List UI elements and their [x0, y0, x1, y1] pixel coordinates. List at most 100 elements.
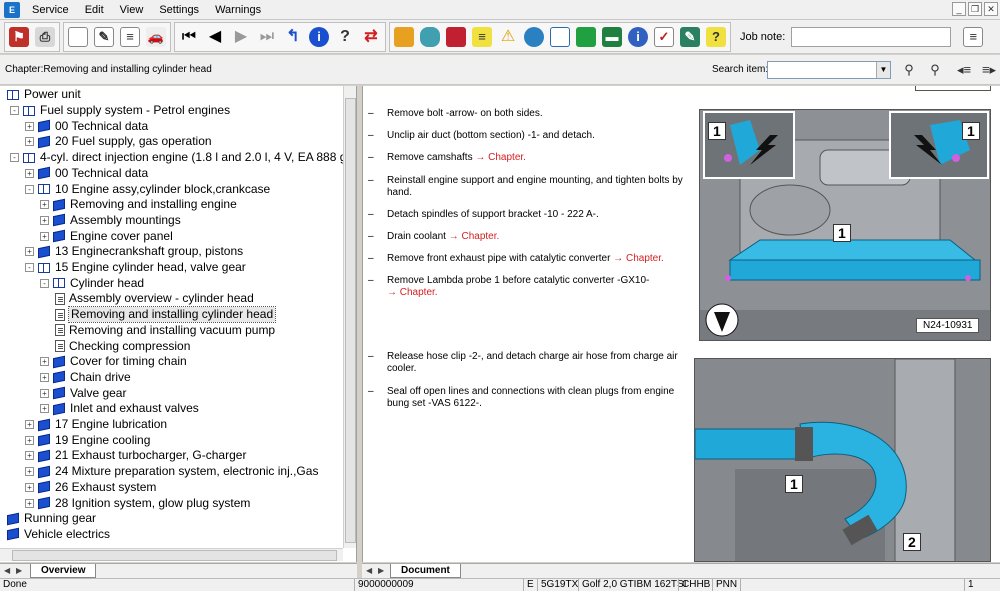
collapse-icon[interactable]: - [25, 263, 34, 273]
info-icon[interactable]: i [307, 23, 331, 51]
tree-item-label[interactable]: 17 Engine lubrication [55, 417, 167, 432]
tree-item-label[interactable]: 00 Technical data [55, 166, 148, 181]
green-book-icon[interactable] [574, 23, 598, 51]
tree-item-label[interactable]: 15 Engine cylinder head, valve gear [55, 260, 246, 275]
tree-horizontal-scrollbar[interactable] [0, 548, 343, 561]
tree-item[interactable]: +20 Fuel supply, gas operation [25, 134, 212, 150]
menu-view[interactable]: View [112, 0, 152, 20]
tree-item[interactable]: Checking compression [55, 338, 190, 354]
tree-item[interactable]: + Cover for timing chain [40, 354, 187, 370]
expand-icon[interactable]: + [40, 231, 49, 241]
search-input[interactable]: ▼ [767, 61, 891, 79]
expand-icon[interactable]: + [40, 357, 49, 367]
tree-item[interactable]: - 15 Engine cylinder head, valve gear [25, 260, 246, 276]
navigate-right-icon[interactable]: ≡▸ [978, 59, 1000, 81]
expand-icon[interactable]: + [40, 215, 49, 225]
tree-item-label[interactable]: 24 Mixture preparation system, electroni… [55, 464, 318, 479]
expand-icon[interactable]: + [25, 482, 34, 492]
tree-item-label[interactable]: Inlet and exhaust valves [70, 401, 199, 416]
expand-icon[interactable]: + [25, 435, 34, 445]
tree-item[interactable]: + Valve gear [40, 385, 126, 401]
checklist-icon[interactable]: ✓ [652, 23, 676, 51]
list-icon[interactable]: ≡ [470, 23, 494, 51]
tree-item[interactable]: + Removing and installing engine [40, 197, 237, 213]
previous-page-icon[interactable]: ◀ [203, 23, 227, 51]
collapse-icon[interactable]: - [40, 278, 49, 288]
search-person-icon[interactable]: ⚲ [898, 59, 920, 81]
collapse-icon[interactable]: - [10, 153, 19, 163]
tree-item-label[interactable]: 19 Engine cooling [55, 433, 150, 448]
job-note-input[interactable] [791, 26, 952, 47]
collapse-icon[interactable]: - [25, 184, 34, 194]
menu-settings[interactable]: Settings [151, 0, 207, 20]
tree-item[interactable]: - 10 Engine assy,cylinder block,crankcase [25, 181, 270, 197]
close-button[interactable]: ✕ [984, 2, 998, 16]
tree-item[interactable]: +00 Technical data [25, 118, 148, 134]
tree-item[interactable]: Removing and installing vacuum pump [55, 323, 275, 339]
tree-vertical-scrollbar[interactable] [343, 86, 356, 548]
components-icon[interactable] [392, 23, 416, 51]
swap-icon[interactable]: ⇄ [359, 23, 383, 51]
chevron-down-icon[interactable]: ▼ [876, 62, 890, 78]
up-level-icon[interactable]: ↰ [281, 23, 305, 51]
navigate-left-icon[interactable]: ◂≡ [953, 59, 975, 81]
tree-item[interactable]: Removing and installing cylinder head [55, 306, 277, 324]
window-icon[interactable] [548, 23, 572, 51]
tree-item[interactable]: - Cylinder head [40, 275, 144, 291]
expand-icon[interactable]: + [25, 247, 34, 257]
tree-item[interactable]: - 4-cyl. direct injection engine (1.8 l a… [10, 150, 353, 166]
tree-item[interactable]: + Chain drive [40, 370, 131, 386]
car-diagnosis-icon[interactable]: ▬ [600, 23, 624, 51]
next-page-icon[interactable]: ▶ [229, 23, 253, 51]
tree-item-label[interactable]: Removing and installing engine [70, 197, 237, 212]
tree-item-label[interactable]: Cover for timing chain [70, 354, 187, 369]
tree-item-label[interactable]: Fuel supply system - Petrol engines [40, 103, 230, 118]
warning-icon[interactable]: ⚠ [496, 23, 520, 51]
job-note-button[interactable]: ≡ [961, 23, 985, 51]
tree-item[interactable]: Power unit [6, 87, 81, 103]
tree-item[interactable]: +00 Technical data [25, 166, 148, 182]
chapter-link[interactable]: → Chapter. [449, 231, 500, 242]
menu-warnings[interactable]: Warnings [207, 0, 269, 20]
tree-item-label[interactable]: 21 Exhaust turbocharger, G-charger [55, 448, 246, 463]
tree-item[interactable]: +21 Exhaust turbocharger, G-charger [25, 448, 246, 464]
print-icon[interactable]: ⎙ [33, 23, 57, 51]
tab-prev-icon[interactable]: ◀ [4, 566, 10, 575]
tree-item[interactable]: + Inlet and exhaust valves [40, 401, 199, 417]
expand-icon[interactable]: + [40, 372, 49, 382]
tree-item[interactable]: Assembly overview - cylinder head [55, 291, 254, 307]
expand-icon[interactable]: + [25, 137, 34, 147]
collapse-icon[interactable]: - [10, 106, 19, 116]
exit-icon[interactable]: ⚑ [7, 23, 31, 51]
expand-icon[interactable]: + [40, 404, 49, 414]
tree-item-label[interactable]: 10 Engine assy,cylinder block,crankcase [55, 182, 270, 197]
tree-item[interactable]: Vehicle electrics [6, 527, 110, 543]
tree-item[interactable]: +26 Exhaust system [25, 480, 156, 496]
globe-icon[interactable] [522, 23, 546, 51]
tree-item-label[interactable]: Power unit [24, 87, 81, 102]
expand-icon[interactable]: + [40, 388, 49, 398]
question-note-icon[interactable]: ? [704, 23, 728, 51]
tree-item-label[interactable]: Removing and installing vacuum pump [69, 323, 275, 338]
new-document-icon[interactable] [66, 23, 90, 51]
manual-icon[interactable] [444, 23, 468, 51]
edit-book-icon[interactable]: ✎ [678, 23, 702, 51]
tree-item-label[interactable]: Running gear [24, 511, 96, 526]
tree-item-label[interactable]: Chain drive [70, 370, 131, 385]
tree-item-label[interactable]: Assembly overview - cylinder head [69, 291, 254, 306]
tree-item[interactable]: +17 Engine lubrication [25, 417, 167, 433]
expand-icon[interactable]: + [25, 498, 34, 508]
expand-icon[interactable]: + [25, 121, 34, 131]
expand-icon[interactable]: + [40, 200, 49, 210]
expand-icon[interactable]: + [25, 420, 34, 430]
tree-item[interactable]: +13 Enginecrankshaft group, pistons [25, 244, 243, 260]
menu-service[interactable]: Service [24, 0, 77, 20]
tree-item[interactable]: + Engine cover panel [40, 228, 173, 244]
help-icon[interactable]: ? [333, 23, 357, 51]
database-icon[interactable] [418, 23, 442, 51]
expand-icon[interactable]: + [25, 168, 34, 178]
tree-item-label[interactable]: 26 Exhaust system [55, 480, 156, 495]
minimize-button[interactable]: _ [952, 2, 966, 16]
vehicle-icon[interactable]: 🚗 [144, 23, 168, 51]
tree-item-label[interactable]: Cylinder head [70, 276, 144, 291]
